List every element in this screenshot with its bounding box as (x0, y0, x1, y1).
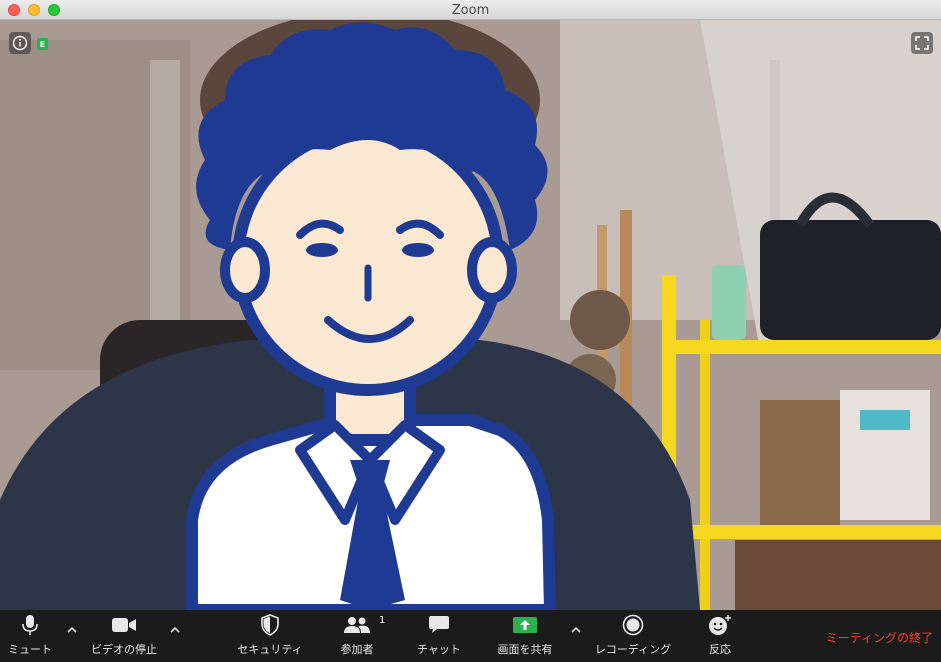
chat-bubble-icon (429, 616, 449, 633)
security-button[interactable]: セキュリティ (232, 610, 308, 662)
meeting-toolbar: ミュート ビデオの停止 セキュリティ 1 参加者 チャット 画面を共有 レコーデ… (0, 610, 941, 662)
recording-label: レコーディング (594, 643, 672, 656)
video-camera-icon (112, 618, 136, 632)
chevron-up-icon (67, 626, 77, 633)
shield-icon (261, 614, 279, 636)
participants-button[interactable]: 1 参加者 (334, 610, 386, 662)
participants-label: 参加者 (340, 643, 374, 656)
avatar-illustration (186, 22, 557, 610)
security-label: セキュリティ (237, 643, 303, 656)
chevron-up-icon (571, 626, 581, 633)
share-screen-label: 画面を共有 (497, 643, 553, 656)
emoji-reaction-icon (709, 615, 731, 635)
window-title: Zoom (451, 3, 490, 18)
encryption-badge: E (37, 38, 48, 50)
info-icon (12, 35, 28, 51)
chevron-up-icon (170, 626, 180, 633)
end-meeting-button[interactable]: ミーティングの終了 (826, 629, 933, 646)
microphone-icon (22, 615, 38, 635)
reactions-label: 反応 (709, 643, 731, 656)
reactions-button[interactable]: 反応 (700, 610, 740, 662)
record-icon (622, 614, 644, 636)
stop-video-label: ビデオの停止 (91, 643, 157, 656)
video-feed (0, 20, 941, 610)
share-screen-button[interactable]: 画面を共有 (490, 610, 560, 662)
audio-options-button[interactable] (65, 622, 79, 636)
mute-button[interactable]: ミュート (6, 610, 54, 662)
chat-button[interactable]: チャット (412, 610, 466, 662)
participants-count: 1 (379, 615, 386, 626)
stop-video-button[interactable]: ビデオの停止 (86, 610, 162, 662)
fullscreen-icon (915, 36, 929, 50)
mute-label: ミュート (8, 643, 52, 656)
participants-icon (344, 617, 370, 633)
window-titlebar: Zoom (0, 0, 941, 20)
share-screen-icon (513, 617, 537, 633)
meeting-info-button[interactable] (9, 32, 31, 54)
chat-label: チャット (417, 643, 461, 656)
video-options-button[interactable] (168, 622, 182, 636)
fullscreen-button[interactable] (911, 32, 933, 54)
recording-button[interactable]: レコーディング (588, 610, 678, 662)
share-options-button[interactable] (569, 622, 583, 636)
